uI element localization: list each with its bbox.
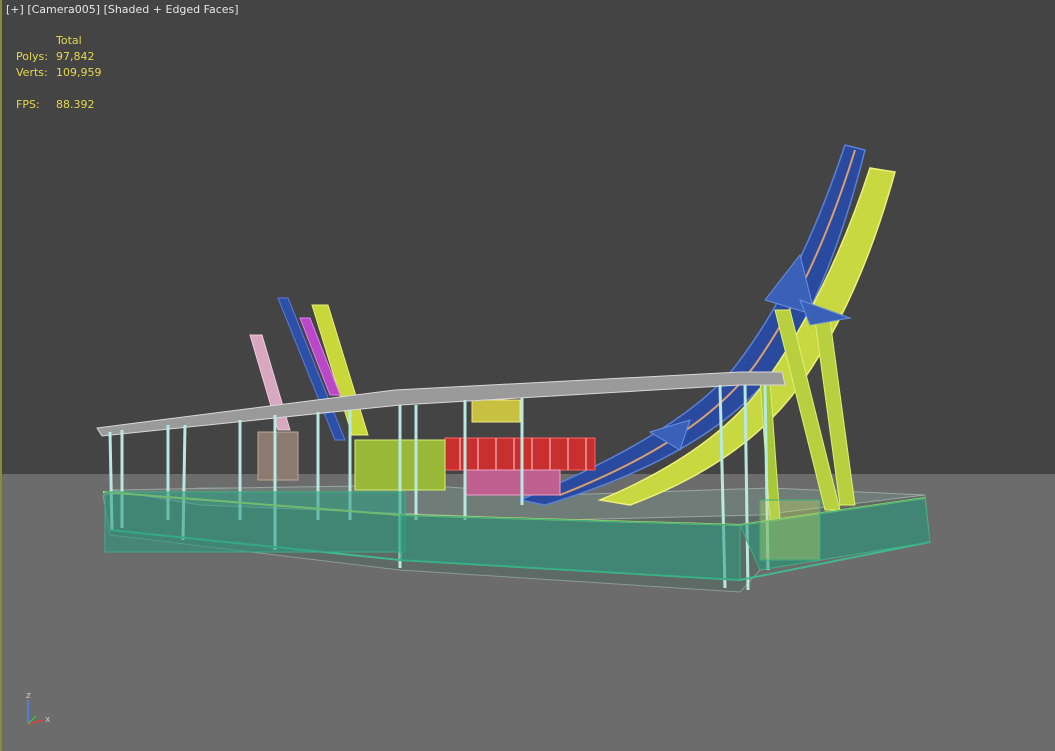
viewport-label-menu[interactable]: [+] [Camera005] [Shaded + Edged Faces] (6, 3, 239, 16)
stats-verts-row: Verts: 109,959 (16, 65, 102, 81)
axis-z-label: z (26, 691, 31, 701)
viewport-shading-menu[interactable]: [Shaded + Edged Faces] (104, 3, 239, 16)
sign-board (471, 399, 521, 423)
viewport-plus-menu[interactable]: [+] (6, 3, 24, 16)
stats-polys-row: Polys: 97,842 (16, 49, 102, 65)
axis-x-label: x (45, 715, 51, 725)
gondola-base (464, 469, 561, 496)
viewport-statistics: Total Polys: 97,842 Verts: 109,959 FPS: … (16, 33, 102, 113)
polys-label: Polys: (16, 50, 48, 63)
stats-fps-row: FPS: 88.392 (16, 97, 102, 113)
verts-value: 109,959 (56, 66, 102, 79)
axis-gizmo-icon: z x (26, 691, 51, 725)
gondola-seats (444, 437, 596, 471)
fps-value: 88.392 (56, 98, 95, 111)
viewport-camera005[interactable]: [+] [Camera005] [Shaded + Edged Faces] T… (0, 0, 1055, 751)
control-booth (257, 431, 299, 481)
fps-label: FPS: (16, 98, 40, 111)
scene-3d-model[interactable] (0, 0, 1055, 751)
verts-label: Verts: (16, 66, 48, 79)
viewport-camera-menu[interactable]: [Camera005] (27, 3, 100, 16)
polys-value: 97,842 (56, 50, 95, 63)
viewport-active-border (0, 0, 2, 751)
stats-header: Total (56, 34, 82, 47)
